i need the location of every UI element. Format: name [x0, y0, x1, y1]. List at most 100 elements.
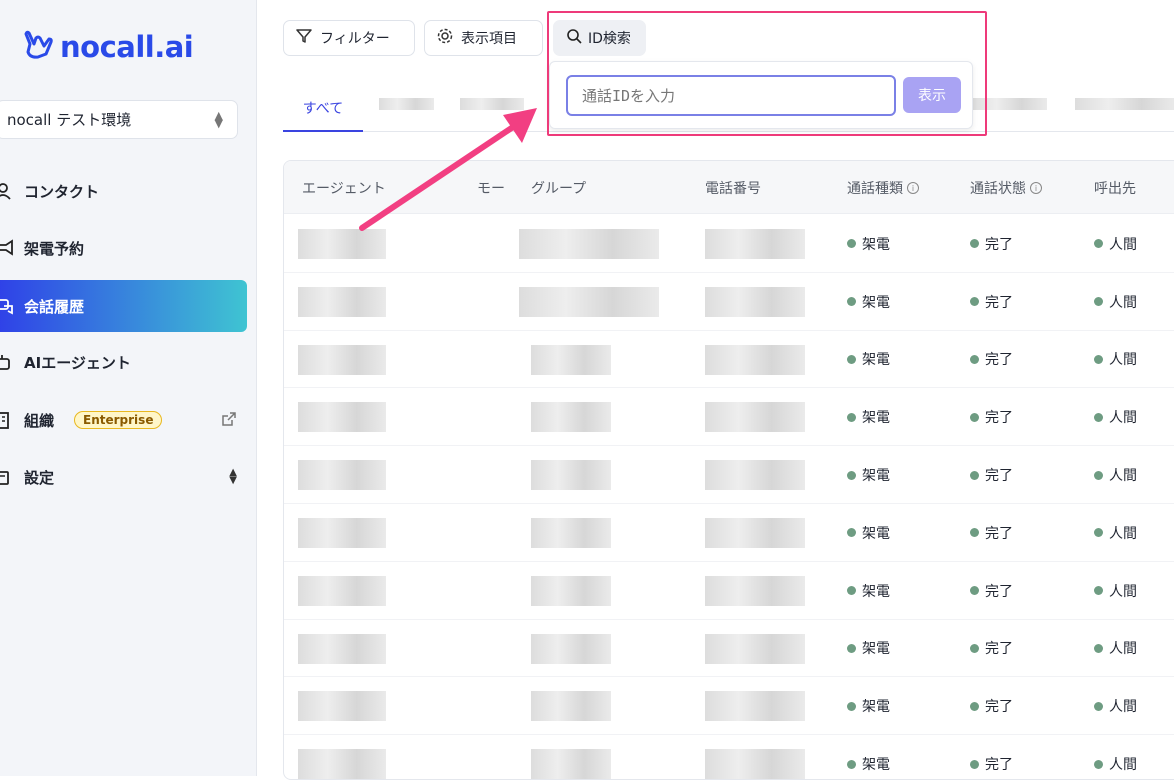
blurred-phone	[705, 229, 805, 259]
info-icon[interactable]: i	[907, 182, 919, 194]
status-dot-icon	[1094, 297, 1103, 307]
sidebar-item-label: AIエージェント	[24, 353, 131, 372]
status-dot-icon	[970, 701, 979, 711]
enterprise-badge: Enterprise	[74, 411, 163, 429]
destination-cell: 人間	[1094, 292, 1137, 312]
cell-text: 完了	[985, 410, 1013, 427]
sidebar-item-conversation-history[interactable]: 会話履歴	[0, 280, 247, 332]
column-header-call-status[interactable]: 通話状態 i	[970, 178, 1042, 198]
status-dot-icon	[1094, 759, 1103, 769]
blurred-tab[interactable]	[379, 98, 434, 110]
destination-cell: 人間	[1094, 349, 1137, 369]
status-dot-icon	[847, 701, 856, 711]
table-row[interactable]: 架電 完了 人間	[284, 331, 1174, 389]
environment-select[interactable]: nocall テスト環境 ▲ ▼	[0, 100, 238, 139]
status-dot-icon	[970, 470, 979, 480]
blurred-phone	[705, 402, 805, 433]
blurred-group	[531, 749, 611, 779]
call-type-cell: 架電	[847, 349, 890, 369]
status-dot-icon	[1094, 354, 1103, 364]
column-header-mode[interactable]: モー	[477, 178, 505, 198]
call-status-cell: 完了	[970, 754, 1013, 774]
cell-text: 人間	[1109, 352, 1137, 369]
external-link-icon[interactable]	[221, 411, 237, 431]
call-status-cell: 完了	[970, 523, 1013, 543]
table-row[interactable]: 架電 完了 人間	[284, 677, 1174, 736]
sidebar-item-label: 会話履歴	[24, 297, 85, 316]
status-dot-icon	[847, 297, 856, 307]
blurred-agent	[298, 518, 386, 548]
status-dot-icon	[1094, 643, 1103, 653]
display-columns-button[interactable]: 表示項目	[424, 20, 543, 56]
column-header-destination[interactable]: 呼出先	[1094, 178, 1136, 198]
status-dot-icon	[970, 412, 979, 422]
cell-text: 完了	[985, 757, 1013, 774]
sidebar-item-call-reservation[interactable]: 架電予約	[0, 222, 247, 274]
destination-cell: 人間	[1094, 638, 1137, 658]
cell-text: 架電	[862, 294, 890, 311]
status-dot-icon	[847, 354, 856, 364]
table-row[interactable]: 架電 完了 人間	[284, 446, 1174, 504]
cell-text: 架電	[862, 699, 890, 716]
info-icon[interactable]: i	[1030, 182, 1042, 194]
blurred-phone	[705, 749, 805, 779]
sidebar-item-label: 架電予約	[24, 239, 85, 258]
cell-text: 架電	[862, 236, 890, 253]
status-dot-icon	[970, 354, 979, 364]
user-icon	[0, 182, 18, 200]
status-dot-icon	[847, 759, 856, 769]
tab-all[interactable]: すべて	[283, 86, 363, 132]
destination-cell: 人間	[1094, 407, 1137, 427]
table-row[interactable]: 架電 完了 人間	[284, 562, 1174, 620]
table-row[interactable]: 架電 完了 人間	[284, 388, 1174, 447]
table-row[interactable]: 架電 完了 人間	[284, 504, 1174, 562]
status-dot-icon	[970, 239, 979, 249]
blurred-phone	[705, 460, 805, 491]
call-type-cell: 架電	[847, 523, 890, 543]
logo[interactable]: nocall.ai	[20, 30, 194, 64]
column-header-phone[interactable]: 電話番号	[705, 178, 761, 198]
cell-text: 完了	[985, 468, 1013, 485]
sidebar-item-contact[interactable]: コンタクト	[0, 165, 247, 217]
logo-text: nocall.ai	[60, 30, 194, 64]
blurred-group	[531, 633, 611, 664]
status-dot-icon	[847, 586, 856, 596]
cell-text: 完了	[985, 641, 1013, 658]
table-row[interactable]: 架電 完了 人間	[284, 735, 1174, 779]
table-row[interactable]: 架電 完了 人間	[284, 273, 1174, 331]
filter-icon	[296, 28, 312, 48]
cell-text: 架電	[862, 525, 890, 542]
blurred-agent	[298, 633, 386, 664]
filter-button[interactable]: フィルター	[283, 20, 415, 56]
blurred-agent	[298, 402, 386, 433]
column-header-group[interactable]: グループ	[531, 178, 586, 198]
sidebar-item-organization[interactable]: 組織 Enterprise	[0, 394, 247, 446]
call-type-cell: 架電	[847, 292, 890, 312]
sidebar: nocall.ai nocall テスト環境 ▲ ▼ コンタクト 架電予約 会話履…	[0, 0, 257, 776]
column-header-agent[interactable]: エージェント	[302, 178, 386, 198]
blurred-tab[interactable]	[1075, 98, 1174, 110]
status-dot-icon	[970, 297, 979, 307]
cell-text: 架電	[862, 583, 890, 600]
column-header-call-type[interactable]: 通話種類 i	[847, 178, 919, 198]
sidebar-item-ai-agent[interactable]: AIエージェント	[0, 336, 247, 388]
sidebar-item-settings[interactable]: 設定 ▲ ▼	[0, 451, 247, 503]
call-status-cell: 完了	[970, 465, 1013, 485]
cell-text: 架電	[862, 468, 890, 485]
sidebar-item-label: 組織	[24, 411, 55, 430]
blurred-phone	[705, 344, 805, 375]
cell-text: 完了	[985, 699, 1013, 716]
blurred-group	[519, 286, 659, 317]
call-status-cell: 完了	[970, 349, 1013, 369]
table-row[interactable]: 架電 完了 人間	[284, 620, 1174, 678]
call-status-cell: 完了	[970, 234, 1013, 254]
status-dot-icon	[970, 528, 979, 538]
chevron-updown-icon[interactable]: ▲ ▼	[229, 468, 237, 486]
table-row[interactable]: 架電 完了 人間	[284, 215, 1174, 273]
status-dot-icon	[1094, 701, 1103, 711]
conversation-table: エージェント モー グループ 電話番号 通話種類 i 通話状態 i 呼出先 架電 完了…	[283, 160, 1174, 780]
status-dot-icon	[1094, 412, 1103, 422]
cell-text: 架電	[862, 757, 890, 774]
cell-text: 人間	[1109, 468, 1137, 485]
blurred-tab[interactable]	[460, 98, 524, 110]
